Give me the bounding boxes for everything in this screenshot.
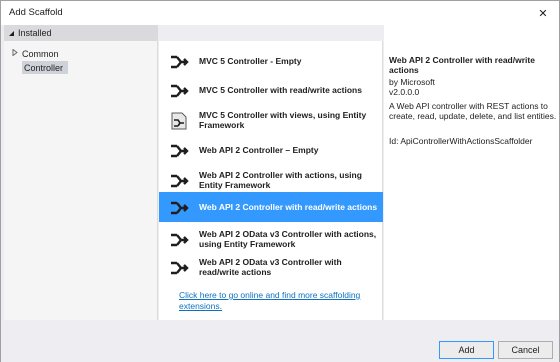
details-title: Web API 2 Controller with read/write act… [389,55,535,75]
scaffold-list: MVC 5 Controller - Empty MVC 5 Controlle… [159,41,383,320]
list-item[interactable]: Web API 2 OData v3 Controller with actio… [159,224,383,254]
chevron-right-icon[interactable] [12,48,22,58]
list-item[interactable]: Web API 2 OData v3 Controller with read/… [159,252,383,282]
list-item[interactable]: Web API 2 Controller with actions, using… [159,165,383,195]
details-id: Id: ApiControllerWithActionsScaffolder [389,136,533,146]
title-bar: Add Scaffold ✕ [1,1,559,25]
tree-item-label: Controller [24,62,64,73]
installed-header[interactable]: Installed [4,25,158,41]
controller-icon [171,261,189,275]
installed-label: Installed [18,28,52,38]
list-item[interactable]: MVC 5 Controller with views, using Entit… [159,105,383,135]
details-author: by Microsoft [389,77,435,87]
controller-icon [171,144,189,158]
list-item[interactable]: MVC 5 Controller - Empty [159,46,383,76]
controller-icon [171,55,189,69]
list-item[interactable]: MVC 5 Controller with read/write actions [159,75,383,105]
item-label: Web API 2 Controller – Empty [199,145,319,155]
controller-icon [171,201,189,215]
details-version: v2.0.0.0 [389,87,420,97]
expand-down-icon [4,30,18,37]
close-icon: ✕ [538,7,548,20]
item-label: Web API 2 Controller with read/write act… [199,202,378,212]
item-label: Web API 2 OData v3 Controller with read/… [199,257,342,277]
dialog-footer: Add Cancel [1,321,559,362]
controller-icon [171,233,189,247]
add-scaffold-dialog: Add Scaffold ✕ Installed Common Controll… [0,0,560,362]
details-panel: Web API 2 Controller with read/write act… [384,25,559,320]
controller-icon [171,174,189,188]
details-description: A Web API controller with REST actions t… [389,101,557,121]
tree-item-controller[interactable]: Controller [22,61,68,74]
tree-item-common[interactable]: Common [12,47,59,60]
close-button[interactable]: ✕ [531,3,555,23]
item-label: MVC 5 Controller - Empty [199,56,302,66]
item-label: Web API 2 Controller with actions, using… [199,170,362,190]
online-scaffolding-link[interactable]: Click here to go online and find more sc… [179,290,379,312]
controller-views-icon [171,112,187,130]
item-label: MVC 5 Controller with read/write actions [199,85,362,95]
cancel-button[interactable]: Cancel [498,341,553,359]
dialog-title: Add Scaffold [9,7,63,18]
category-panel: Installed Common Controller [4,25,158,320]
list-header-strip [159,25,383,41]
item-label: MVC 5 Controller with views, using Entit… [199,110,367,130]
list-item-selected[interactable]: Web API 2 Controller with read/write act… [159,192,383,222]
add-button[interactable]: Add [439,341,494,359]
tree-item-label: Common [22,48,59,59]
item-label: Web API 2 OData v3 Controller with actio… [199,229,377,249]
controller-icon [171,84,189,98]
list-item[interactable]: Web API 2 Controller – Empty [159,135,383,165]
